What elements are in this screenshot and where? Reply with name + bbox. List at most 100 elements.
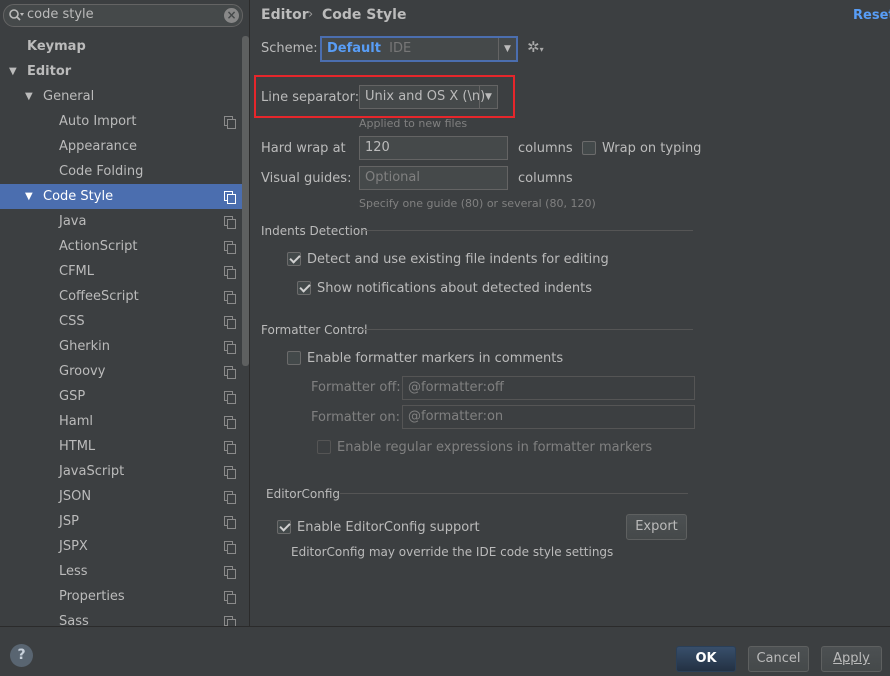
sidebar-item-label: Sass [59,614,89,626]
expand-arrow-icon[interactable]: ▼ [25,84,33,109]
export-button[interactable]: Export [626,514,687,540]
scheme-name: Default [327,41,381,56]
sidebar-item-java[interactable]: Java [0,209,242,234]
sidebar-item-cfml[interactable]: CFML [0,259,242,284]
sidebar-item-label: Keymap [27,39,86,54]
sidebar-item-jspx[interactable]: JSPX [0,534,242,559]
line-separator-dropdown[interactable]: Unix and OS X (\n) ▼ [359,85,498,109]
gear-icon[interactable]: ✲▾ [527,38,544,56]
settings-sidebar: code style × Keymap ▼ Editor ▼ General A… [0,0,250,626]
sidebar-item-gsp[interactable]: GSP [0,384,242,409]
search-value: code style [27,7,94,22]
detect-indents-label[interactable]: Detect and use existing file indents for… [307,252,609,267]
project-settings-icon [224,616,236,626]
sidebar-item-javascript[interactable]: JavaScript [0,459,242,484]
show-indent-notifications-checkbox[interactable] [297,281,311,295]
enable-formatter-markers-checkbox[interactable] [287,351,301,365]
sidebar-item-label: Java [59,214,87,229]
sidebar-item-label: CFML [59,264,95,279]
project-settings-icon [224,416,236,429]
sidebar-scrollbar[interactable] [242,36,249,366]
sidebar-item-json[interactable]: JSON [0,484,242,509]
sidebar-item-sass[interactable]: Sass [0,609,242,626]
hard-wrap-input[interactable]: 120 [359,136,508,160]
sidebar-item-code-style[interactable]: ▼ Code Style [0,184,242,209]
ok-button[interactable]: OK [676,646,736,672]
formatter-section-title: Formatter Control [261,323,368,337]
sidebar-item-general[interactable]: ▼ General [0,84,242,109]
sidebar-item-less[interactable]: Less [0,559,242,584]
sidebar-item-editor[interactable]: ▼ Editor [0,59,242,84]
enable-editorconfig-checkbox[interactable] [277,520,291,534]
clear-search-icon[interactable]: × [224,8,239,23]
sidebar-item-label: ActionScript [59,239,138,254]
sidebar-item-label: Gherkin [59,339,111,354]
sidebar-item-actionscript[interactable]: ActionScript [0,234,242,259]
expand-arrow-icon[interactable]: ▼ [25,184,33,209]
project-settings-icon [224,216,236,229]
hard-wrap-unit: columns [518,141,573,156]
project-settings-icon [224,291,236,304]
sidebar-item-label: CoffeeScript [59,289,139,304]
formatter-regex-label[interactable]: Enable regular expressions in formatter … [337,440,652,455]
page-title: Code Style [322,7,407,23]
project-settings-icon [224,441,236,454]
enable-formatter-markers-label[interactable]: Enable formatter markers in comments [307,351,563,366]
sidebar-item-label: Editor [27,64,72,79]
project-settings-icon [224,566,236,579]
sidebar-item-haml[interactable]: Haml [0,409,242,434]
breadcrumb-root[interactable]: Editor [261,7,309,23]
show-indent-notifications-label[interactable]: Show notifications about detected indent… [317,281,592,296]
sidebar-item-html[interactable]: HTML [0,434,242,459]
formatter-off-label: Formatter off: [311,380,401,395]
sidebar-item-code-folding[interactable]: Code Folding [0,159,242,184]
expand-arrow-icon[interactable]: ▼ [9,59,17,84]
sidebar-item-label: Appearance [59,139,138,154]
sidebar-item-properties[interactable]: Properties [0,584,242,609]
sidebar-item-label: Properties [59,589,125,604]
project-settings-icon [224,341,236,354]
enable-editorconfig-label[interactable]: Enable EditorConfig support [297,520,480,535]
formatter-regex-checkbox[interactable] [317,440,331,454]
cancel-button[interactable]: Cancel [748,646,809,672]
chevron-down-icon: ▼ [479,86,497,108]
sidebar-item-label: JSP [59,514,79,529]
formatter-on-input[interactable]: @formatter:on [402,405,695,429]
wrap-on-typing-label[interactable]: Wrap on typing [602,141,701,156]
visual-guides-input[interactable]: Optional [359,166,508,190]
apply-button[interactable]: Apply [821,646,882,672]
search-icon[interactable] [8,8,24,26]
breadcrumb-separator: › [308,7,314,22]
visual-guides-label: Visual guides: [261,171,352,186]
sidebar-item-label: CSS [59,314,85,329]
line-separator-hint: Applied to new files [359,117,468,130]
scheme-dropdown[interactable]: Default IDE ▼ [320,36,518,62]
project-settings-icon [224,466,236,479]
hard-wrap-label: Hard wrap at [261,141,346,156]
wrap-on-typing-checkbox[interactable] [582,141,596,155]
formatter-off-input[interactable]: @formatter:off [402,376,695,400]
sidebar-item-label: JSPX [59,539,88,554]
reset-link[interactable]: Reset [853,8,890,23]
sidebar-item-label: Code Style [43,189,114,204]
sidebar-item-keymap[interactable]: Keymap [0,34,242,59]
sidebar-item-coffeescript[interactable]: CoffeeScript [0,284,242,309]
sidebar-item-jsp[interactable]: JSP [0,509,242,534]
project-settings-icon [224,316,236,329]
settings-search-input[interactable]: code style × [3,4,243,27]
sidebar-item-label: JavaScript [59,464,125,479]
sidebar-item-groovy[interactable]: Groovy [0,359,242,384]
project-settings-icon [224,391,236,404]
line-separator-label: Line separator: [261,90,360,105]
sidebar-item-appearance[interactable]: Appearance [0,134,242,159]
project-settings-icon [224,241,236,254]
sidebar-item-label: Code Folding [59,164,144,179]
formatter-on-label: Formatter on: [311,410,400,425]
help-icon[interactable]: ? [10,644,33,667]
sidebar-item-gherkin[interactable]: Gherkin [0,334,242,359]
detect-indents-checkbox[interactable] [287,252,301,266]
scheme-label: Scheme: [261,41,318,56]
sidebar-item-label: JSON [59,489,92,504]
sidebar-item-auto-import[interactable]: Auto Import [0,109,242,134]
sidebar-item-css[interactable]: CSS [0,309,242,334]
